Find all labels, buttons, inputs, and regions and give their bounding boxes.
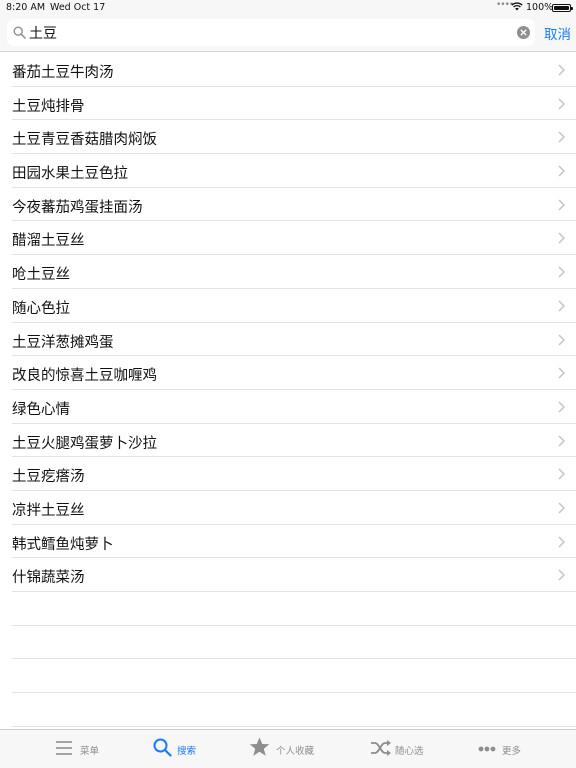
list-item[interactable]: 土豆青豆香菇腊肉焖饭 [12, 120, 576, 155]
list-item-label: 呛土豆丝 [12, 267, 70, 284]
magnifier-icon [13, 26, 26, 39]
list-item-label: 凉拌土豆丝 [12, 502, 85, 519]
list-item[interactable]: 凉拌土豆丝 [12, 491, 576, 525]
battery-percent: 100% [526, 2, 554, 13]
list-item-label: 韩式鳕鱼炖萝卜 [12, 536, 114, 553]
chevron-right-icon [558, 333, 565, 346]
chevron-right-icon [558, 435, 565, 447]
chevron-right-icon [558, 131, 565, 143]
tab-label: 搜索 [177, 746, 197, 757]
list-item[interactable]: 土豆洋葱摊鸡蛋 [12, 323, 576, 357]
clear-icon[interactable] [517, 26, 530, 39]
list-item-label: 醋溜土豆丝 [12, 233, 85, 250]
search-results-list: 番茄土豆牛肉汤 土豆炖排骨土豆青豆香菇腊肉焖饭 田园水果土豆色拉 今夜蕃茄鸡蛋挂面汤醋… [0, 53, 576, 727]
chevron-right-icon [558, 367, 565, 379]
list-item[interactable]: 土豆疙瘩汤 [12, 457, 576, 491]
list-item-label: 改良的惊喜土豆咖喱鸡 [12, 368, 157, 385]
list-item-label: 田园水果土豆色拉 [12, 166, 128, 183]
list-item[interactable]: 田园水果土豆色拉 [12, 154, 576, 188]
tab-search[interactable]: 搜索 [153, 730, 213, 768]
list-item[interactable]: 醋溜土豆丝 [12, 221, 576, 256]
list-item-label: 番茄土豆牛肉汤 [12, 65, 114, 81]
chevron-right-icon [558, 502, 565, 514]
wifi-icon [511, 2, 523, 11]
status-bar: 8:20 AM Wed Oct 17 •••• 100% [0, 0, 576, 16]
list-item-label: 绿色心情 [12, 401, 70, 418]
empty-row [12, 659, 576, 694]
list-item[interactable]: 韩式鳕鱼炖萝卜 [12, 525, 576, 559]
list-item-label: 土豆炖排骨 [12, 98, 85, 115]
tab-random[interactable]: 随心选 [370, 730, 440, 768]
chevron-right-icon [558, 468, 565, 480]
star-icon [249, 737, 270, 756]
list-item-label: 土豆火腿鸡蛋萝卜沙拉 [12, 435, 157, 452]
list-item[interactable]: 改良的惊喜土豆咖喱鸡 [12, 356, 576, 390]
list-item-label: 今夜蕃茄鸡蛋挂面汤 [12, 199, 143, 216]
chevron-right-icon [558, 401, 565, 413]
more-icon [478, 746, 496, 752]
list-item[interactable]: 土豆火腿鸡蛋萝卜沙拉 [12, 424, 576, 458]
chevron-right-icon [558, 266, 565, 278]
status-time: 8:20 AM [6, 2, 46, 13]
chevron-right-icon [558, 199, 565, 211]
list-item-label: 随心色拉 [12, 300, 70, 317]
chevron-right-icon [558, 232, 565, 244]
list-item-label: 土豆洋葱摊鸡蛋 [12, 334, 114, 351]
list-item-label: 什锦蔬菜汤 [12, 570, 85, 587]
search-input[interactable] [29, 21, 499, 44]
tab-label: 更多 [502, 746, 522, 757]
shuffle-icon [371, 740, 391, 756]
list-item[interactable]: 今夜蕃茄鸡蛋挂面汤 [12, 188, 576, 222]
list-item[interactable]: 土豆炖排骨 [12, 87, 576, 121]
menu-icon [56, 741, 72, 755]
search-icon [153, 738, 172, 757]
battery-icon [552, 4, 573, 12]
list-item[interactable]: 绿色心情 [12, 390, 576, 424]
chevron-right-icon [558, 300, 565, 312]
tab-more[interactable]: 更多 [478, 730, 538, 768]
tab-label: 随心选 [395, 746, 424, 757]
empty-row [12, 592, 576, 626]
list-item-label: 土豆疙瘩汤 [12, 469, 85, 486]
chevron-right-icon [558, 64, 565, 76]
list-item[interactable]: 番茄土豆牛肉汤 [12, 53, 576, 87]
cancel-button[interactable]: 取消 [544, 23, 571, 43]
tab-label: 个人收藏 [276, 746, 315, 757]
tab-menu[interactable]: 菜单 [55, 730, 115, 768]
list-item[interactable]: 呛土豆丝 [12, 255, 576, 289]
search-field-container[interactable] [7, 19, 535, 46]
search-bar: 取消 [0, 16, 576, 52]
chevron-right-icon [558, 98, 565, 110]
empty-row [12, 693, 576, 727]
status-date: Wed Oct 17 [50, 2, 106, 13]
empty-row [12, 626, 576, 660]
chevron-right-icon [558, 536, 565, 548]
tab-bar: 菜单 搜索 个人收藏 随心选 更多 [0, 729, 576, 768]
tab-favorites[interactable]: 个人收藏 [249, 730, 329, 768]
tab-label: 菜单 [80, 746, 100, 757]
list-item[interactable]: 什锦蔬菜汤 [12, 558, 576, 592]
chevron-right-icon [558, 569, 565, 581]
chevron-right-icon [558, 165, 565, 177]
list-item-label: 土豆青豆香菇腊肉焖饭 [12, 132, 157, 149]
list-item[interactable]: 随心色拉 [12, 289, 576, 323]
